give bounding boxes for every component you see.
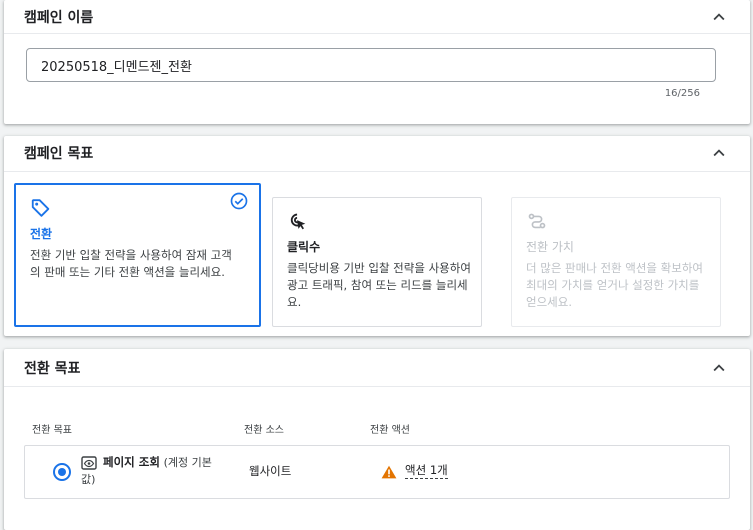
conversion-goals-card: 전환 목표 전환 목표 전환 소스 전환 액션 페이지 조회 (계정 기본값) … (4, 349, 750, 530)
goal-tile-description: 더 많은 판매나 전환 액션을 확보하여 최대의 가치를 얻거나 설정한 가치를… (526, 261, 703, 309)
character-counter: 16/256 (664, 88, 700, 99)
conversion-action-link[interactable]: 액션 1개 (405, 463, 448, 479)
column-header-source: 전환 소스 (244, 425, 284, 436)
conversion-source: 웹사이트 (249, 464, 292, 478)
goal-tile-conversion[interactable]: 전환 전환 기반 입찰 전략을 사용하여 잠재 고객의 판매 또는 기타 전환 … (14, 183, 261, 327)
goal-tile-title: 클릭수 (287, 240, 321, 254)
campaign-goal-collapse-button[interactable] (708, 142, 730, 164)
campaign-name-title: 캠페인 이름 (24, 10, 94, 26)
goal-tile-title: 전환 (30, 227, 53, 241)
table-row: 페이지 조회 (계정 기본값) 웹사이트 액션 1개 (24, 445, 730, 499)
goal-tile-title: 전환 가치 (526, 240, 574, 254)
campaign-goal-card: 캠페인 목표 전환 전환 기반 입찰 전략을 사용하여 잠재 고객의 판매 또는… (4, 136, 750, 336)
warning-icon (381, 464, 397, 479)
tag-icon (30, 197, 52, 219)
goal-radio-button[interactable] (53, 463, 71, 481)
goal-name-text: 페이지 조회 (103, 455, 160, 469)
campaign-name-card: 캠페인 이름 16/256 (4, 0, 750, 124)
campaign-name-collapse-button[interactable] (708, 6, 730, 28)
column-header-action: 전환 액션 (370, 425, 410, 436)
chevron-up-icon (713, 13, 725, 21)
value-path-icon (526, 210, 548, 232)
goal-tile-description: 전환 기반 입찰 전략을 사용하여 잠재 고객의 판매 또는 기타 전환 액션을… (30, 248, 232, 279)
goal-tile-description: 클릭당비용 기반 입찰 전략을 사용하여 광고 트래픽, 참여 또는 리드를 늘… (287, 261, 471, 309)
conversion-goals-header: 전환 목표 (4, 349, 750, 387)
chevron-up-icon (713, 149, 725, 157)
cursor-click-icon (287, 210, 309, 232)
column-header-goal: 전환 목표 (32, 425, 72, 436)
goal-tile-clicks[interactable]: 클릭수 클릭당비용 기반 입찰 전략을 사용하여 광고 트래픽, 참여 또는 리… (272, 197, 482, 327)
campaign-goal-title: 캠페인 목표 (24, 146, 94, 162)
conversion-goals-collapse-button[interactable] (708, 357, 730, 379)
campaign-goal-header: 캠페인 목표 (4, 136, 750, 172)
campaign-name-header: 캠페인 이름 (4, 0, 750, 34)
conversion-goal-name: 페이지 조회 (계정 기본값) (81, 454, 221, 488)
chevron-up-icon (713, 364, 725, 372)
conversion-goals-title: 전환 목표 (24, 361, 81, 377)
campaign-name-input[interactable] (26, 48, 716, 82)
check-circle-icon (229, 191, 249, 211)
goal-tile-conversion-value: 전환 가치 더 많은 판매나 전환 액션을 확보하여 최대의 가치를 얻거나 설… (511, 197, 721, 327)
